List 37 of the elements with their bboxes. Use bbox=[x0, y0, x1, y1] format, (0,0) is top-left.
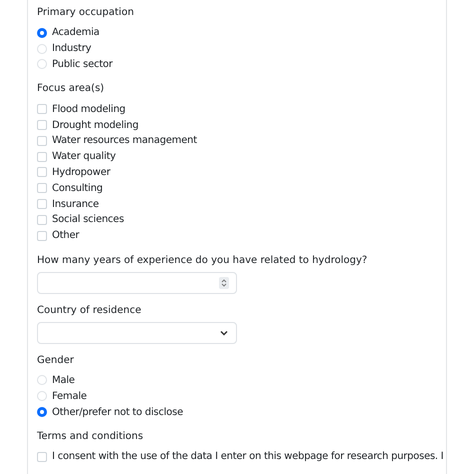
number-field[interactable] bbox=[37, 272, 237, 294]
option-label: Public sector bbox=[52, 58, 113, 71]
option-label: Male bbox=[52, 374, 75, 387]
field-label: Gender bbox=[37, 354, 75, 367]
option-label: Water resources management bbox=[52, 134, 197, 148]
field-label: Terms and conditions bbox=[37, 430, 144, 443]
option-label: Other bbox=[52, 229, 80, 242]
field-label: Focus area(s) bbox=[37, 82, 106, 96]
checkbox[interactable] bbox=[37, 120, 47, 130]
checkbox[interactable] bbox=[37, 167, 47, 178]
radio-button[interactable] bbox=[37, 28, 47, 38]
option-label: Insurance bbox=[52, 198, 99, 211]
option-label: Drought modeling bbox=[52, 118, 138, 132]
checkbox[interactable] bbox=[37, 230, 47, 241]
spinner-icon[interactable] bbox=[219, 276, 229, 289]
option-label: Hydropower bbox=[52, 166, 110, 179]
option-label: Water quality bbox=[52, 150, 116, 164]
checkbox[interactable] bbox=[37, 214, 47, 225]
option-label: I consent with the use of the data I enter on this webpage for research purposes. I bbox=[52, 450, 444, 464]
option-label: Industry bbox=[52, 42, 92, 56]
option-label: Consulting bbox=[52, 182, 103, 195]
checkbox[interactable] bbox=[37, 152, 47, 162]
checkbox[interactable] bbox=[37, 452, 47, 462]
country-select[interactable] bbox=[37, 322, 237, 344]
radio-button[interactable] bbox=[37, 407, 47, 418]
field-label: How many years of experience do you have related to hydrology? bbox=[37, 254, 368, 267]
checkbox[interactable] bbox=[37, 104, 47, 114]
option-label: Other/prefer not to disclose bbox=[52, 406, 183, 419]
checkbox[interactable] bbox=[37, 183, 47, 194]
option-label: Social sciences bbox=[52, 213, 124, 226]
option-label: Academia bbox=[52, 26, 100, 40]
field-label: Country of residence bbox=[37, 304, 142, 317]
checkbox[interactable] bbox=[37, 199, 47, 210]
field-label: Primary occupation bbox=[37, 6, 135, 19]
option-label: Flood modeling bbox=[52, 102, 126, 116]
checkbox[interactable] bbox=[37, 136, 47, 146]
option-label: Female bbox=[52, 390, 87, 403]
